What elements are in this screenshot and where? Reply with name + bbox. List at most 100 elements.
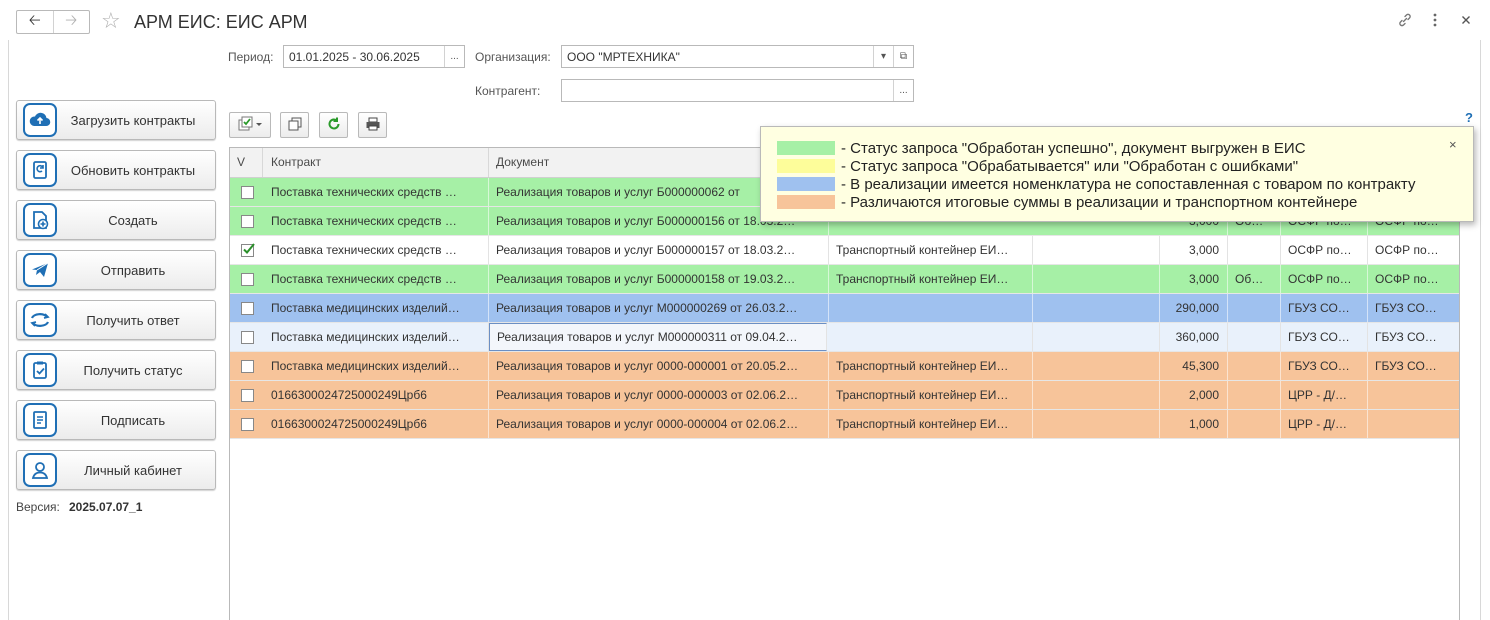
amount-cell: 2,000 bbox=[1160, 381, 1228, 409]
load-contracts-button[interactable]: Загрузить контракты bbox=[16, 100, 216, 140]
check-all-button[interactable] bbox=[229, 112, 271, 138]
navigation-buttons: 🡠 🡢 bbox=[16, 10, 90, 34]
row-checkbox[interactable] bbox=[241, 215, 254, 228]
get-answer-button[interactable]: Получить ответ bbox=[16, 300, 216, 340]
update-contracts-button[interactable]: Обновить контракты bbox=[16, 150, 216, 190]
refresh-document-icon bbox=[23, 153, 57, 187]
refresh-button[interactable] bbox=[319, 112, 348, 138]
get-status-button[interactable]: Получить статус bbox=[16, 350, 216, 390]
amount-cell: 290,000 bbox=[1160, 294, 1228, 322]
row-checkbox[interactable] bbox=[241, 186, 254, 199]
legend-text: - Статус запроса "Обрабатывается" или "О… bbox=[841, 157, 1299, 175]
organization-field[interactable]: ООО "МРТЕХНИКА" ▾ ⧉ bbox=[561, 45, 914, 68]
period-select-button[interactable]: ... bbox=[444, 46, 464, 67]
customer-cell: ГБУЗ СО… bbox=[1281, 294, 1368, 322]
table-row[interactable]: Поставка технических средств … Реализаци… bbox=[230, 265, 1459, 294]
check-all-icon bbox=[237, 116, 263, 135]
forward-icon[interactable]: 🡢 bbox=[52, 11, 90, 33]
status-cell bbox=[1228, 294, 1281, 322]
receive-answer-icon bbox=[23, 303, 57, 337]
personal-account-button[interactable]: Личный кабинет bbox=[16, 450, 216, 490]
send-button[interactable]: Отправить bbox=[16, 250, 216, 290]
legend-text: - В реализации имеется номенклатура не с… bbox=[841, 175, 1416, 193]
customer-cell: ЦРР - Д/… bbox=[1281, 410, 1368, 438]
row-checkbox[interactable] bbox=[241, 302, 254, 315]
more-icon[interactable] bbox=[1431, 12, 1439, 33]
row-checkbox[interactable] bbox=[241, 418, 254, 431]
period-value[interactable]: 01.01.2025 - 30.06.2025 bbox=[284, 50, 444, 64]
table-row[interactable]: 0166300024725000249Црб6 Реализация товар… bbox=[230, 381, 1459, 410]
period-label: Период: bbox=[228, 50, 274, 64]
empty-cell bbox=[1033, 294, 1160, 322]
copy-button[interactable] bbox=[280, 112, 309, 138]
row-checkbox[interactable] bbox=[241, 360, 254, 373]
right-border bbox=[1480, 40, 1481, 620]
amount-cell: 45,300 bbox=[1160, 352, 1228, 380]
contract-cell: Поставка медицинских изделий… bbox=[264, 323, 489, 351]
link-icon[interactable] bbox=[1397, 12, 1413, 33]
column-header-contract[interactable]: Контракт bbox=[264, 148, 489, 177]
table-row[interactable]: Поставка медицинских изделий… Реализация… bbox=[230, 294, 1459, 323]
update-contracts-label: Обновить контракты bbox=[70, 162, 196, 178]
amount-cell: 360,000 bbox=[1160, 323, 1228, 351]
create-button[interactable]: Создать bbox=[16, 200, 216, 240]
payer-cell: ГБУЗ СО… bbox=[1368, 323, 1459, 351]
container-cell: Транспортный контейнер ЕИ… bbox=[829, 410, 1033, 438]
payer-cell bbox=[1368, 410, 1459, 438]
contract-cell: Поставка технических средств … bbox=[264, 265, 489, 293]
organization-value[interactable]: ООО "МРТЕХНИКА" bbox=[562, 50, 873, 64]
status-cell bbox=[1228, 381, 1281, 409]
counterparty-field[interactable]: ... bbox=[561, 79, 914, 102]
legend-swatch-blue bbox=[777, 177, 835, 191]
contract-cell: Поставка медицинских изделий… bbox=[264, 294, 489, 322]
period-field[interactable]: 01.01.2025 - 30.06.2025 ... bbox=[283, 45, 465, 68]
customer-cell: ОСФР по… bbox=[1281, 265, 1368, 293]
sign-button[interactable]: Подписать bbox=[16, 400, 216, 440]
legend-item: - В реализации имеется номенклатура не с… bbox=[777, 175, 1415, 193]
document-cell: Реализация товаров и услуг 0000-000004 о… bbox=[489, 410, 829, 438]
table-row[interactable]: Поставка медицинских изделий… Реализация… bbox=[230, 352, 1459, 381]
sign-label: Подписать bbox=[100, 412, 166, 428]
counterparty-select-button[interactable]: ... bbox=[893, 80, 913, 101]
contract-cell: Поставка технических средств … bbox=[264, 207, 489, 235]
row-checkbox-checked[interactable] bbox=[241, 243, 255, 257]
empty-cell bbox=[1033, 352, 1160, 380]
create-document-icon bbox=[23, 203, 57, 237]
organization-open-icon[interactable]: ⧉ bbox=[893, 46, 913, 67]
contract-cell: Поставка технических средств … bbox=[264, 178, 489, 206]
legend-swatch-green bbox=[777, 141, 835, 155]
row-checkbox[interactable] bbox=[241, 389, 254, 402]
organization-dropdown-icon[interactable]: ▾ bbox=[873, 46, 893, 67]
legend-close-icon[interactable]: × bbox=[1449, 137, 1457, 152]
left-border bbox=[8, 40, 9, 620]
sign-document-icon bbox=[23, 403, 57, 437]
contract-cell: 0166300024725000249Црб6 bbox=[264, 410, 489, 438]
back-icon[interactable]: 🡠 bbox=[17, 11, 53, 33]
table-row[interactable]: Поставка технических средств … Реализаци… bbox=[230, 236, 1459, 265]
container-cell bbox=[829, 294, 1033, 322]
close-icon[interactable] bbox=[1460, 12, 1472, 33]
personal-account-label: Личный кабинет bbox=[84, 462, 182, 478]
container-cell: Транспортный контейнер ЕИ… bbox=[829, 352, 1033, 380]
legend-swatch-yellow bbox=[777, 159, 835, 173]
table-row-selected[interactable]: Поставка медицинских изделий… Реализация… bbox=[230, 323, 1459, 352]
help-icon[interactable]: ? bbox=[1465, 110, 1473, 125]
document-cell: Реализация товаров и услуг М000000269 от… bbox=[489, 294, 829, 322]
contract-cell: Поставка медицинских изделий… bbox=[264, 352, 489, 380]
document-cell: Реализация товаров и услуг Б000000157 от… bbox=[489, 236, 829, 264]
window-title: АРМ ЕИС: ЕИС АРМ bbox=[134, 12, 308, 32]
status-cell bbox=[1228, 410, 1281, 438]
document-cell: Реализация товаров и услуг Б000000158 от… bbox=[489, 265, 829, 293]
empty-cell bbox=[1033, 236, 1160, 264]
customer-cell: ГБУЗ СО… bbox=[1281, 323, 1368, 351]
table-row[interactable]: 0166300024725000249Црб6 Реализация товар… bbox=[230, 410, 1459, 439]
document-cell-focused[interactable]: Реализация товаров и услуг М000000311 от… bbox=[489, 323, 827, 351]
favorite-star-icon[interactable]: ☆ bbox=[101, 8, 121, 34]
column-header-check[interactable]: V bbox=[230, 148, 263, 177]
row-checkbox[interactable] bbox=[241, 273, 254, 286]
row-checkbox[interactable] bbox=[241, 331, 254, 344]
print-button[interactable] bbox=[358, 112, 387, 138]
status-cell bbox=[1228, 352, 1281, 380]
amount-cell: 1,000 bbox=[1160, 410, 1228, 438]
status-cell bbox=[1228, 323, 1281, 351]
